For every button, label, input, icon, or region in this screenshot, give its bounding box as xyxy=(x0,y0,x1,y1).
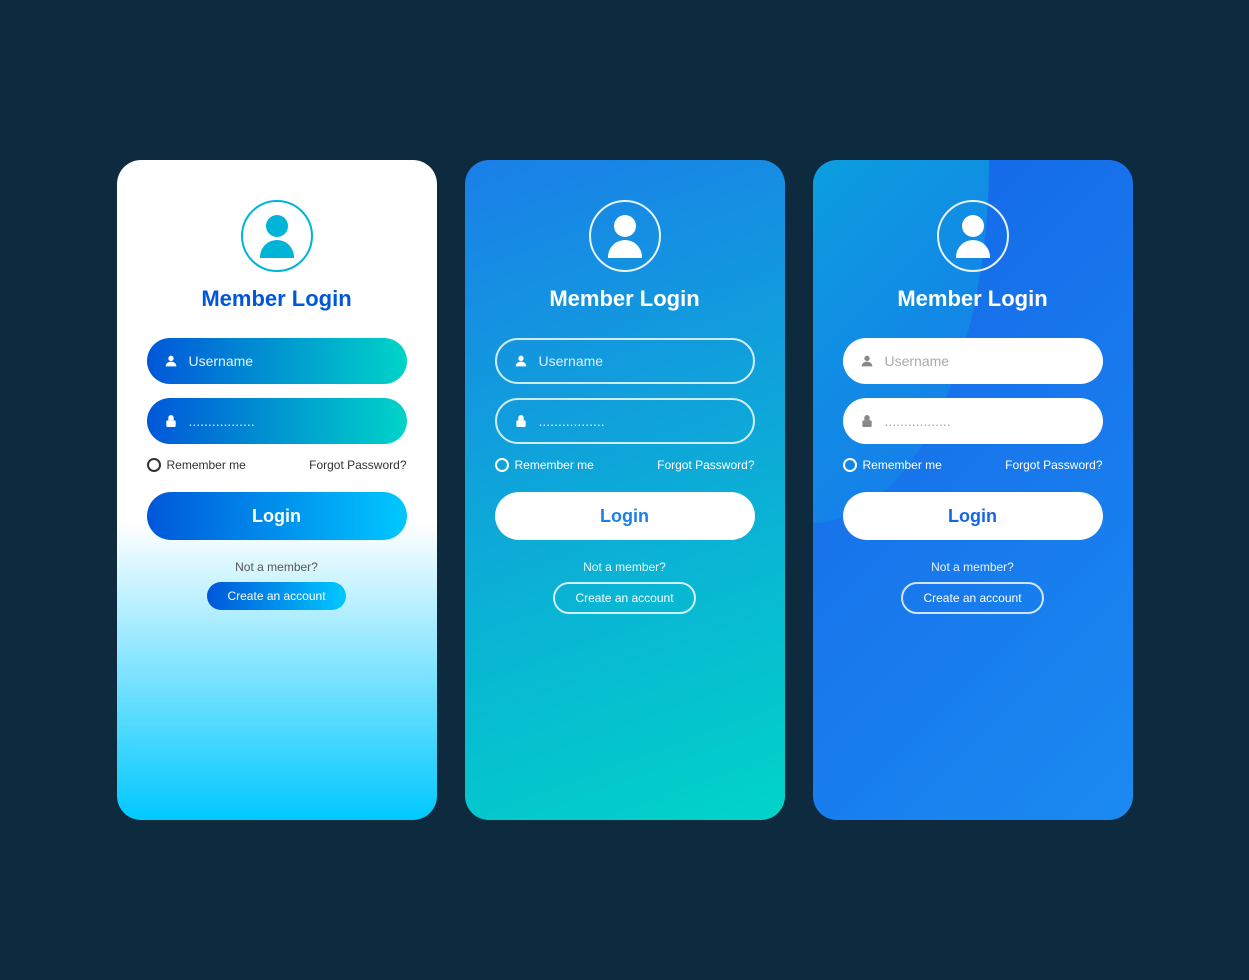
username-field-2 xyxy=(495,338,755,384)
avatar-2 xyxy=(589,200,661,272)
user-icon-3 xyxy=(956,215,990,258)
lock-input-icon-3 xyxy=(859,413,875,429)
forgot-link-3[interactable]: Forgot Password? xyxy=(1005,458,1102,472)
remember-row-1: Remember me Forgot Password? xyxy=(147,458,407,472)
avatar-1 xyxy=(241,200,313,272)
password-input-2[interactable] xyxy=(539,413,737,429)
password-field-3 xyxy=(843,398,1103,444)
remember-left-1: Remember me xyxy=(147,458,246,472)
card-1-title: Member Login xyxy=(201,286,351,312)
remember-left-3: Remember me xyxy=(843,458,942,472)
user-head-icon-2 xyxy=(614,215,636,237)
remember-label-1: Remember me xyxy=(167,458,246,472)
remember-circle-2[interactable] xyxy=(495,458,509,472)
lock-input-icon-1 xyxy=(163,413,179,429)
user-icon-2 xyxy=(608,215,642,258)
login-card-2: Member Login Remember me Forgot Password… xyxy=(465,160,785,820)
lock-input-icon-2 xyxy=(513,413,529,429)
login-card-3: Member Login Remember me Forgot Password… xyxy=(813,160,1133,820)
remember-label-3: Remember me xyxy=(863,458,942,472)
login-card-1: Member Login Remember me Forgot Password… xyxy=(117,160,437,820)
create-account-button-1[interactable]: Create an account xyxy=(207,582,345,610)
remember-row-3: Remember me Forgot Password? xyxy=(843,458,1103,472)
password-input-3[interactable] xyxy=(885,413,1087,429)
forgot-link-2[interactable]: Forgot Password? xyxy=(657,458,754,472)
username-field-1 xyxy=(147,338,407,384)
user-body-icon-2 xyxy=(608,240,642,258)
remember-left-2: Remember me xyxy=(495,458,594,472)
user-input-icon-2 xyxy=(513,353,529,369)
create-account-button-2[interactable]: Create an account xyxy=(553,582,695,614)
login-button-1[interactable]: Login xyxy=(147,492,407,540)
password-field-1 xyxy=(147,398,407,444)
not-member-label-1: Not a member? xyxy=(235,560,318,574)
card-3-title: Member Login xyxy=(897,286,1047,312)
user-head-icon xyxy=(266,215,288,237)
username-field-3 xyxy=(843,338,1103,384)
user-body-icon-3 xyxy=(956,240,990,258)
not-member-label-3: Not a member? xyxy=(931,560,1014,574)
avatar-3 xyxy=(937,200,1009,272)
username-input-1[interactable] xyxy=(189,353,391,369)
remember-row-2: Remember me Forgot Password? xyxy=(495,458,755,472)
remember-circle-1[interactable] xyxy=(147,458,161,472)
password-input-1[interactable] xyxy=(189,413,391,429)
username-input-3[interactable] xyxy=(885,353,1087,369)
user-input-icon-3 xyxy=(859,353,875,369)
user-input-icon-1 xyxy=(163,353,179,369)
remember-label-2: Remember me xyxy=(515,458,594,472)
login-button-2[interactable]: Login xyxy=(495,492,755,540)
user-icon-1 xyxy=(260,215,294,258)
user-head-icon-3 xyxy=(962,215,984,237)
user-body-icon xyxy=(260,240,294,258)
card-2-title: Member Login xyxy=(549,286,699,312)
password-field-2 xyxy=(495,398,755,444)
create-account-button-3[interactable]: Create an account xyxy=(901,582,1043,614)
username-input-2[interactable] xyxy=(539,353,737,369)
remember-circle-3[interactable] xyxy=(843,458,857,472)
not-member-label-2: Not a member? xyxy=(583,560,666,574)
cards-container: Member Login Remember me Forgot Password… xyxy=(117,160,1133,820)
forgot-link-1[interactable]: Forgot Password? xyxy=(309,458,406,472)
login-button-3[interactable]: Login xyxy=(843,492,1103,540)
